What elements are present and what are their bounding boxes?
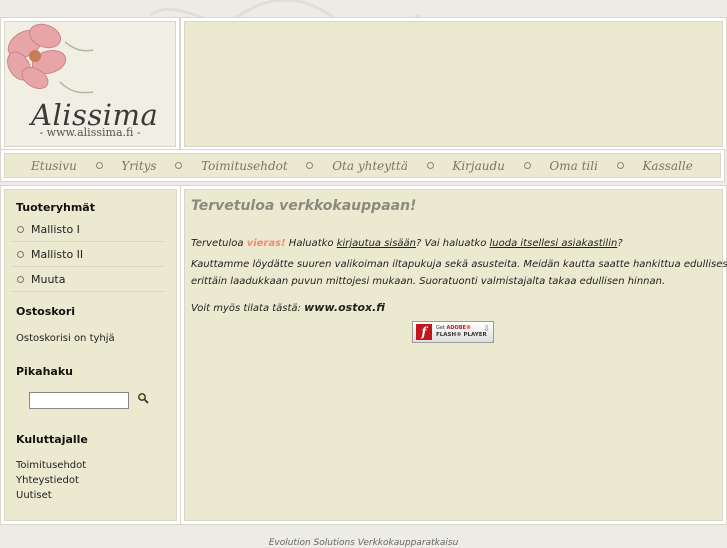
question-mark: ?: [617, 238, 623, 249]
intro-text-line-1: Kauttamme löydätte suuren valikoiman ilt…: [191, 259, 727, 270]
site-logo[interactable]: Alissima - www.alissima.fi -: [4, 21, 176, 147]
nav-item-kirjaudu[interactable]: Kirjaudu: [452, 159, 505, 173]
intro-text-line-2: erittäin laadukkaan puvun mittojesi muka…: [191, 276, 666, 287]
welcome-text: Tervetuloa: [191, 238, 244, 249]
bullet-icon: [17, 275, 24, 283]
brand-url: - www.alissima.fi -: [39, 126, 141, 139]
search-icon[interactable]: [137, 392, 149, 404]
main-navigation: Etusivu Yritys Toimitusehdot Ota yhteytt…: [4, 153, 721, 178]
cart-heading: Ostoskori: [16, 305, 76, 318]
bullet-icon: [17, 225, 24, 233]
download-arrow-icon: ⇩: [483, 324, 490, 333]
quick-search-input[interactable]: [29, 392, 129, 409]
nav-separator-icon: [426, 162, 434, 169]
consumer-heading: Kuluttajalle: [16, 433, 88, 446]
nav-separator-icon: [95, 162, 103, 169]
order-text: Voit myös tilata tästä:: [191, 303, 301, 314]
nav-separator-icon: [175, 162, 183, 169]
footer-text: Evolution Solutions Verkkokaupparatkaisu: [268, 538, 459, 548]
product-groups-list: Mallisto I Mallisto II Muuta: [11, 217, 164, 292]
flash-logo-icon: f: [416, 324, 432, 340]
nav-item-ota-yhteytta[interactable]: Ota yhteyttä: [332, 159, 408, 173]
product-groups-heading: Tuoteryhmät: [16, 201, 95, 214]
cart-status-text: Ostoskorisi on tyhjä: [16, 333, 115, 344]
bullet-icon: [17, 250, 24, 258]
nav-item-oma-tili[interactable]: Oma tili: [549, 159, 598, 173]
welcome-line: Tervetuloa vieras! Haluatko kirjautua si…: [191, 238, 623, 249]
product-group-item[interactable]: Muuta: [11, 267, 164, 292]
question-text: Haluatko: [288, 238, 334, 249]
nav-separator-icon: [523, 162, 531, 169]
nav-item-etusivu[interactable]: Etusivu: [31, 159, 77, 173]
register-link[interactable]: luoda itsellesi asiakastilin: [490, 238, 618, 249]
nav-item-kassalle[interactable]: Kassalle: [642, 159, 692, 173]
product-group-item[interactable]: Mallisto II: [11, 242, 164, 267]
product-group-label: Mallisto I: [31, 222, 80, 236]
nav-separator-icon: [616, 162, 624, 169]
product-group-label: Muuta: [31, 272, 66, 286]
sidebar: Tuoteryhmät Mallisto I Mallisto II Muuta…: [4, 189, 177, 521]
page-title: Tervetuloa verkkokauppaan!: [191, 198, 417, 214]
nav-separator-icon: [306, 162, 314, 169]
consumer-link-uutiset[interactable]: Uutiset: [16, 490, 52, 501]
flash-adobe-label: ADOBE®: [446, 325, 472, 331]
quick-search-heading: Pikahaku: [16, 365, 73, 378]
flash-get-label: Get: [436, 325, 445, 331]
nav-item-toimitusehdot[interactable]: Toimitusehdot: [201, 159, 288, 173]
get-flash-player-button[interactable]: f Get ADOBE® FLASH® PLAYER ⇩: [412, 321, 494, 343]
product-group-item[interactable]: Mallisto I: [11, 217, 164, 242]
question-text: ? Vai haluatko: [416, 238, 487, 249]
consumer-link-yhteystiedot[interactable]: Yhteystiedot: [16, 475, 79, 486]
ostox-link[interactable]: www.ostox.fi: [304, 301, 385, 314]
flash-get-text: Get ADOBE®: [436, 325, 471, 331]
login-link[interactable]: kirjautua sisään: [337, 238, 416, 249]
flash-player-label: FLASH® PLAYER: [436, 332, 487, 338]
product-group-label: Mallisto II: [31, 247, 84, 261]
main-content: Tervetuloa verkkokauppaan! Tervetuloa vi…: [184, 189, 727, 521]
nav-item-yritys[interactable]: Yritys: [121, 159, 156, 173]
header-banner: [184, 21, 723, 147]
consumer-link-toimitusehdot[interactable]: Toimitusehdot: [16, 460, 86, 471]
guest-label: vieras!: [246, 238, 286, 249]
order-line: Voit myös tilata tästä: www.ostox.fi: [191, 301, 385, 314]
